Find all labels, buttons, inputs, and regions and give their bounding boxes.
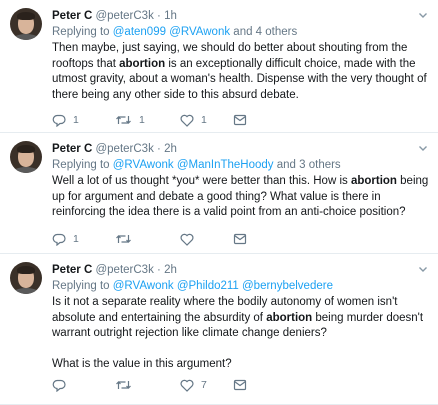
tweet-text: Well a lot of us thought *you* were bett… [52,175,429,218]
avatar[interactable] [10,8,42,40]
tweet-header: Peter C @peterC3k · 2h [52,263,430,278]
like-button[interactable] [180,233,201,246]
replying-to-label: Replying to [52,159,110,171]
direct-message-button[interactable] [233,233,247,245]
direct-message-icon [233,379,247,391]
retweet-button[interactable] [115,233,139,245]
direct-message-button[interactable] [233,379,247,391]
author-handle[interactable]: @peterC3k [95,10,153,22]
reply-icon [52,379,66,392]
reply-others[interactable]: and 4 others [233,26,297,38]
tweet[interactable]: Peter C @peterC3k · 2h Replying to @RVAw… [0,254,438,405]
tweet[interactable]: Peter C @peterC3k · 1h Replying to @aten… [0,0,438,133]
retweet-button[interactable]: 1 [115,114,145,126]
retweet-icon [115,233,132,245]
reply-button[interactable]: 1 [52,233,79,246]
reply-mentions[interactable]: @aten099 @RVAwonk [113,26,230,38]
like-button[interactable]: 7 [180,379,207,392]
reply-count: 1 [73,114,79,126]
like-icon [180,233,194,246]
replying-to-line: Replying to @RVAwonk @ManInTheHoody and … [52,158,430,173]
retweet-icon [115,379,132,391]
reply-button[interactable] [52,379,73,392]
like-icon [180,114,194,127]
direct-message-icon [233,233,247,245]
retweet-count: 1 [139,114,145,126]
chevron-down-icon[interactable] [418,263,428,277]
like-icon [180,379,194,392]
tweet[interactable]: Peter C @peterC3k · 2h Replying to @RVAw… [0,133,438,254]
chevron-down-icon[interactable] [418,9,428,23]
highlighted-term: abortion [119,57,166,70]
author-handle[interactable]: @peterC3k [95,143,153,155]
highlighted-term: abortion [266,311,313,324]
like-count: 7 [201,379,207,391]
tweet-header: Peter C @peterC3k · 2h [52,142,430,157]
timestamp[interactable]: 2h [164,143,177,155]
avatar[interactable] [10,141,42,173]
like-count: 1 [201,114,207,126]
author-name[interactable]: Peter C [52,143,92,155]
retweet-icon [115,114,132,126]
direct-message-button[interactable] [233,114,247,126]
tweet-text-paragraph: What is the value in this argument? [52,357,232,370]
direct-message-icon [233,114,247,126]
avatar[interactable] [10,262,42,294]
reply-mentions[interactable]: @RVAwonk @ManInTheHoody [113,159,274,171]
author-handle[interactable]: @peterC3k [95,264,153,276]
separator-dot: · [157,10,161,22]
timestamp[interactable]: 2h [164,264,177,276]
reply-button[interactable]: 1 [52,114,79,127]
reply-icon [52,114,66,127]
author-name[interactable]: Peter C [52,264,92,276]
reply-others[interactable]: and 3 others [277,159,341,171]
separator-dot: · [157,143,161,155]
replying-to-line: Replying to @RVAwonk @Phildo211 @bernybe… [52,279,430,294]
reply-mentions[interactable]: @RVAwonk @Phildo211 @bernybelvedere [113,280,333,292]
tweet-text: Then maybe, just saying, we should do be… [52,42,427,101]
reply-icon [52,233,66,246]
tweet-text: Is it not a separate reality where the b… [52,296,424,339]
tweet-header: Peter C @peterC3k · 1h [52,9,430,24]
replying-to-label: Replying to [52,26,110,38]
author-name[interactable]: Peter C [52,10,92,22]
retweet-button[interactable] [115,379,139,391]
timestamp[interactable]: 1h [164,10,177,22]
replying-to-line: Replying to @aten099 @RVAwonk and 4 othe… [52,25,430,40]
replying-to-label: Replying to [52,280,110,292]
chevron-down-icon[interactable] [418,142,428,156]
highlighted-term: abortion [350,175,397,187]
like-button[interactable]: 1 [180,114,207,127]
separator-dot: · [157,264,161,276]
reply-count: 1 [73,233,79,245]
